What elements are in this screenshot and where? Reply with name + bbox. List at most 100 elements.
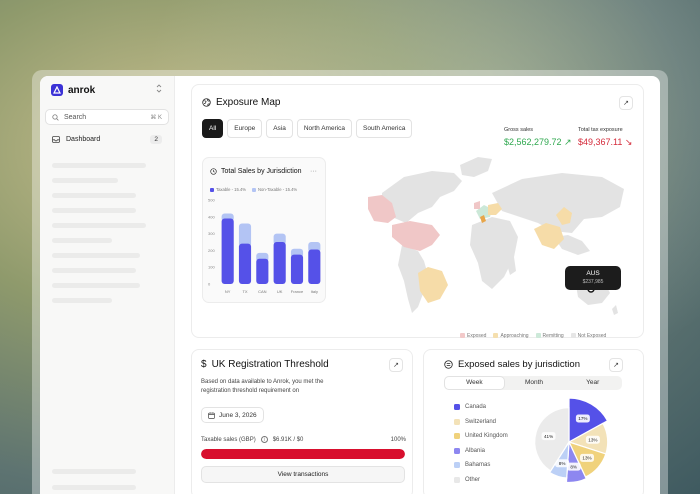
pie-slice-label: 8% [559,461,566,466]
sidebar-item-dashboard[interactable]: Dashboard 2 [52,135,162,144]
exposure-map-heading: Exposure Map [202,97,280,108]
region-filters: All Europe Asia North America South Amer… [202,119,413,138]
nav-placeholder [52,268,136,273]
map-africa [470,217,518,289]
calendar-icon [208,411,215,419]
filter-europe[interactable]: Europe [227,119,263,138]
bar-taxable [273,242,286,284]
sidebar-item-count: 2 [150,135,162,144]
map-india [534,223,564,249]
legend-not-exposed: Not Exposed [570,333,606,339]
y-tick-label: 200 [208,248,215,253]
nav-placeholder [52,469,136,474]
search-input[interactable]: Search ⌘ K [45,109,169,125]
map-south-america [398,245,428,313]
map-asia [492,173,624,233]
brand-name: anrok [68,84,96,96]
taxable-sales-value: $6.91K / $0 [272,436,304,443]
legend-approaching: Approaching [493,333,529,339]
map-new-zealand [612,305,618,315]
map-greenland [460,157,492,177]
map-europe-accent [480,215,486,223]
nav-placeholder [52,238,112,243]
nav-placeholder [52,178,118,183]
taxable-sales-label: Taxable sales (GBP) [201,436,256,443]
map-europe-approaching [488,203,502,215]
tax-exposure-value: $49,367.11 ↘ [578,137,633,147]
arrow-up-right-icon: ↗ [623,100,629,107]
map-europe-remitting [476,205,492,219]
main-content: Exposure Map ↗ All Europe Asia North Ame… [175,76,660,494]
pie-slice-label: 17% [578,416,587,421]
bar-taxable [238,243,252,284]
info-icon[interactable]: i [260,436,268,443]
threshold-progress-bar [201,449,405,459]
y-tick-label: 300 [208,231,215,236]
brand[interactable]: anrok [51,84,95,96]
nav-placeholder [52,163,146,168]
pie-slice-label: 13% [588,437,597,442]
expand-button[interactable]: ↗ [619,96,633,110]
map-tooltip-country: AUS [586,270,600,277]
exposure-map-card: Exposure Map ↗ All Europe Asia North Ame… [191,84,644,339]
map-legend: Exposed Approaching Remitting Not Expose… [460,333,606,339]
map-china-east [556,207,572,225]
nav-placeholder [52,193,136,198]
bar-non-taxable [238,223,252,247]
uk-threshold-card: $ UK Registration Threshold ↗ Based on d… [191,349,413,494]
gross-sales-stat: Gross sales $2,562,279.72 ↗ [504,127,572,148]
bar-taxable [256,258,269,284]
dollar-icon: $ [201,359,207,370]
sidebar: anrok Search ⌘ K Dashboard 2 [40,76,175,494]
uk-threshold-description: Based on data available to Anrok, you me… [201,379,324,394]
app-window: anrok Search ⌘ K Dashboard 2 Exposure Ma… [40,76,660,494]
view-transactions-button[interactable]: View transactions [201,466,405,483]
x-tick-label: Italy [311,289,318,294]
threshold-progress-fill [201,449,405,459]
pie-slice-label: 13% [582,456,591,461]
map-indonesia [554,235,590,255]
exposure-map-title: Exposure Map [216,97,281,108]
x-tick-label: NY [225,289,231,294]
nav-placeholder [52,283,140,288]
y-tick-label: 400 [208,214,215,219]
gross-sales-label: Gross sales [504,127,534,133]
uk-threshold-title: UK Registration Threshold [211,359,329,370]
sales-by-jurisdiction-card: Total Sales by Jurisdiction ··· Taxable … [202,157,326,303]
workspace-switch-icon[interactable] [156,84,162,95]
threshold-percent: 100% [390,436,406,443]
map-uk [474,201,480,209]
sales-bar-chart: 500 400 300 200 100 0 NY TX CAN UK France Italy [208,198,321,294]
search-shortcut: ⌘ K [150,114,162,121]
threshold-date-value: June 3, 2026 [219,411,257,419]
legend-approaching-label: Approaching [500,333,529,339]
nav-placeholder [52,223,146,228]
arrow-up-right-icon: ↗ [393,362,399,369]
nav-placeholder [52,253,140,258]
filter-north-america[interactable]: North America [296,119,353,138]
filter-all[interactable]: All [202,119,224,138]
filter-south-america[interactable]: South America [356,119,413,138]
nav-placeholder [52,485,136,490]
map-madagascar [506,257,516,275]
legend-remitting: Remitting [535,333,564,339]
filter-asia[interactable]: Asia [266,119,293,138]
map-usa [392,221,440,251]
pie-slice-label: 8% [570,464,577,469]
x-tick-label: CAN [258,289,267,294]
legend-exposed: Exposed [460,333,486,339]
bar-taxable [290,254,304,284]
expand-button[interactable]: ↗ [389,358,403,372]
legend-remitting-label: Remitting [542,333,564,339]
legend-exposed-label: Exposed [467,333,487,339]
map-tooltip-amount: $237,985 [582,279,604,285]
threshold-date[interactable]: June 3, 2026 [201,407,264,423]
exposed-sales-card: Exposed sales by jurisdiction ↗ Week Mon… [423,349,644,494]
map-brazil [418,267,448,303]
pie-slice-label: 41% [544,434,553,439]
globe-icon [202,98,211,107]
tax-exposure-stat: Total tax exposure $49,367.11 ↘ [578,127,632,148]
exposed-sales-pie-chart: 17% 13% 13% 8% 8% 41% [534,397,609,484]
x-tick-label: TX [242,289,247,294]
sidebar-item-label: Dashboard [66,136,101,143]
